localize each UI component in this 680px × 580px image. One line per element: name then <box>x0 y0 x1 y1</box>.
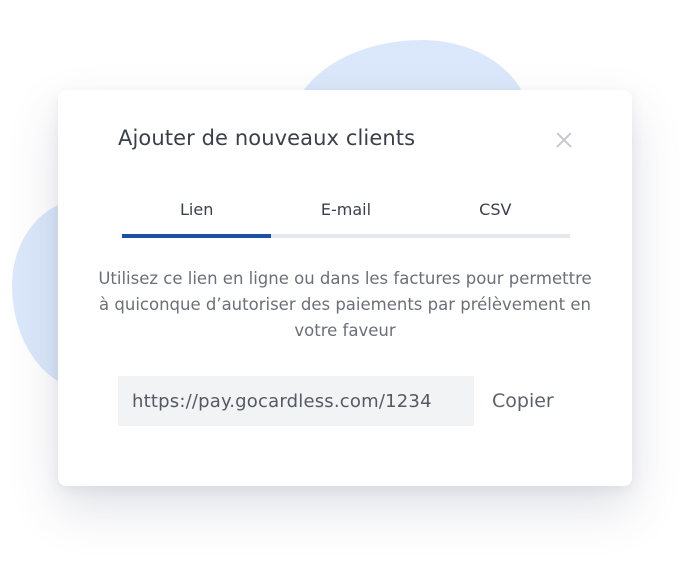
close-icon[interactable] <box>552 128 576 152</box>
share-link-field[interactable] <box>118 376 474 426</box>
tab-bar: Lien E-mail CSV <box>122 194 570 238</box>
copy-button[interactable]: Copier <box>492 390 554 412</box>
modal-title: Ajouter de nouveaux clients <box>118 126 416 150</box>
link-description: Utilisez ce lien en ligne ou dans les fa… <box>98 269 592 340</box>
tab-csv[interactable]: CSV <box>421 194 570 234</box>
share-link-row: Copier <box>118 376 554 426</box>
tab-email[interactable]: E-mail <box>271 194 420 234</box>
add-clients-modal: Ajouter de nouveaux clients Lien E-mail … <box>58 90 632 486</box>
tab-lien[interactable]: Lien <box>122 194 272 238</box>
page-background: Ajouter de nouveaux clients Lien E-mail … <box>0 0 680 580</box>
